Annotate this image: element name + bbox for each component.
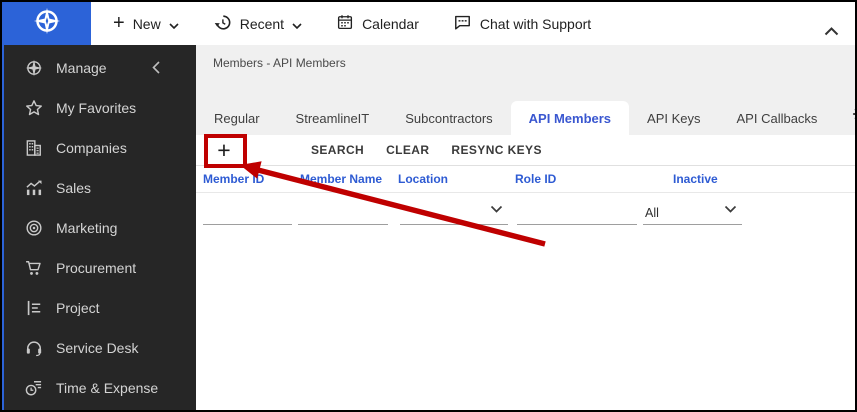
compass-icon bbox=[24, 58, 44, 78]
top-nav: + New Recent Calendar Chat with Support bbox=[113, 13, 591, 35]
sidebar-item-label: Companies bbox=[56, 140, 127, 156]
chevron-down-icon bbox=[292, 16, 302, 32]
location-filter-value bbox=[400, 220, 404, 224]
sidebar-item-label: My Favorites bbox=[56, 100, 137, 116]
tab-api-callbacks[interactable]: API Callbacks bbox=[719, 101, 836, 135]
empty-results-area bbox=[196, 230, 855, 410]
tab-api-members[interactable]: API Members bbox=[510, 101, 630, 135]
calendar-button[interactable]: Calendar bbox=[336, 13, 419, 34]
role-id-filter[interactable] bbox=[517, 198, 637, 225]
headset-icon bbox=[24, 338, 44, 358]
add-member-button[interactable]: + bbox=[210, 136, 238, 164]
role-id-filter-input[interactable] bbox=[517, 202, 637, 224]
chevron-up-icon bbox=[824, 23, 839, 40]
app-window: + New Recent Calendar Chat with Support … bbox=[0, 0, 857, 412]
sidebar-item-marketing[interactable]: Marketing bbox=[4, 208, 196, 248]
chevron-down-icon bbox=[490, 200, 503, 218]
tab-api-keys[interactable]: API Keys bbox=[629, 101, 718, 135]
chevron-left-icon[interactable] bbox=[152, 61, 160, 77]
cart-icon bbox=[24, 258, 44, 278]
sidebar-item-procurement[interactable]: Procurement bbox=[4, 248, 196, 288]
tab-streamlineit[interactable]: StreamlineIT bbox=[278, 101, 388, 135]
sidebar-item-label: Sales bbox=[56, 180, 92, 196]
tab-settings-button[interactable] bbox=[851, 105, 855, 128]
calendar-label: Calendar bbox=[362, 15, 419, 32]
tab-label: API Members bbox=[528, 110, 612, 126]
sidebar-item-label: Service Desk bbox=[56, 340, 139, 356]
star-icon bbox=[24, 98, 44, 118]
main-area: Manage My Favorites Companies Sales Mark… bbox=[2, 45, 855, 410]
sidebar-item-my-favorites[interactable]: My Favorites bbox=[4, 88, 196, 128]
resync-keys-button[interactable]: RESYNC KEYS bbox=[451, 143, 541, 157]
inactive-filter-value: All bbox=[645, 206, 659, 220]
search-button[interactable]: SEARCH bbox=[311, 143, 364, 157]
grid-header-row: Member ID Member Name Location Role ID I… bbox=[196, 166, 855, 193]
column-header-member-id[interactable]: Member ID bbox=[203, 172, 264, 186]
sidebar-item-sales[interactable]: Sales bbox=[4, 168, 196, 208]
collapse-header-button[interactable] bbox=[822, 21, 841, 43]
tab-subcontractors[interactable]: Subcontractors bbox=[387, 101, 510, 135]
chat-icon bbox=[453, 13, 472, 35]
chat-support-label: Chat with Support bbox=[479, 15, 592, 32]
member-id-filter[interactable] bbox=[203, 198, 292, 225]
sidebar-item-manage[interactable]: Manage bbox=[4, 48, 196, 88]
tab-label: API Callbacks bbox=[736, 110, 818, 126]
history-icon bbox=[213, 13, 232, 35]
tab-label: Regular bbox=[214, 110, 260, 126]
gear-icon bbox=[851, 105, 855, 128]
sidebar: Manage My Favorites Companies Sales Mark… bbox=[2, 45, 196, 410]
calendar-icon bbox=[336, 13, 354, 34]
sidebar-item-companies[interactable]: Companies bbox=[4, 128, 196, 168]
breadcrumb: Members - API Members bbox=[196, 45, 855, 90]
column-header-role-id[interactable]: Role ID bbox=[515, 172, 556, 186]
tab-label: API Keys bbox=[647, 110, 701, 126]
tab-label: Subcontractors bbox=[405, 110, 493, 126]
location-filter-dropdown[interactable] bbox=[400, 198, 508, 225]
recent-label: Recent bbox=[239, 15, 285, 32]
tab-regular[interactable]: Regular bbox=[196, 101, 278, 135]
sidebar-item-project[interactable]: Project bbox=[4, 288, 196, 328]
bullseye-icon bbox=[24, 218, 44, 238]
column-header-location[interactable]: Location bbox=[398, 172, 448, 186]
compass-icon bbox=[32, 6, 62, 41]
list-icon bbox=[24, 298, 44, 318]
sidebar-item-label: Marketing bbox=[56, 220, 118, 236]
sidebar-item-label: Time & Expense bbox=[56, 380, 159, 396]
new-menu-button[interactable]: + New bbox=[113, 11, 179, 34]
column-header-member-name[interactable]: Member Name bbox=[300, 172, 382, 186]
chat-support-button[interactable]: Chat with Support bbox=[453, 13, 591, 35]
content-area: Members - API Members Regular Streamline… bbox=[196, 45, 855, 410]
sidebar-item-service-desk[interactable]: Service Desk bbox=[4, 328, 196, 368]
grid-filter-row: All bbox=[196, 193, 855, 230]
chevron-down-icon bbox=[169, 16, 179, 32]
new-label: New bbox=[132, 15, 161, 32]
tab-bar: Regular StreamlineIT Subcontractors API … bbox=[196, 90, 855, 135]
member-id-filter-input[interactable] bbox=[203, 202, 292, 224]
top-header: + New Recent Calendar Chat with Support bbox=[2, 2, 855, 45]
member-name-filter-input[interactable] bbox=[298, 202, 388, 224]
app-logo[interactable] bbox=[2, 2, 91, 45]
member-name-filter[interactable] bbox=[298, 198, 388, 225]
clear-button[interactable]: CLEAR bbox=[386, 143, 429, 157]
list-toolbar: + SEARCH CLEAR RESYNC KEYS bbox=[196, 135, 855, 166]
sidebar-item-time-expense[interactable]: Time & Expense bbox=[4, 368, 196, 408]
clock-list-icon bbox=[24, 378, 44, 398]
column-header-inactive[interactable]: Inactive bbox=[673, 172, 718, 186]
sidebar-item-label: Project bbox=[56, 300, 100, 316]
chevron-down-icon bbox=[724, 200, 737, 218]
sidebar-item-label: Procurement bbox=[56, 260, 137, 276]
tab-label: StreamlineIT bbox=[295, 110, 370, 126]
sidebar-item-label: Manage bbox=[56, 60, 107, 76]
building-icon bbox=[24, 138, 44, 158]
chart-icon bbox=[24, 178, 44, 198]
recent-menu-button[interactable]: Recent bbox=[213, 13, 302, 35]
inactive-filter-dropdown[interactable]: All bbox=[643, 198, 742, 225]
plus-icon: + bbox=[113, 11, 125, 34]
